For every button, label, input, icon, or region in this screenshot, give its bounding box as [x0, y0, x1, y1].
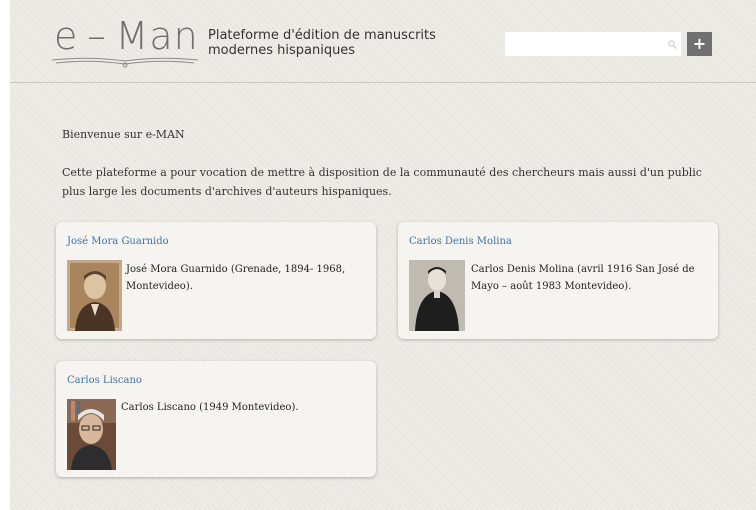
author-description: Carlos Denis Molina (avril 1916 San José… — [471, 264, 695, 292]
portrait-image — [67, 260, 122, 331]
add-button[interactable]: + — [687, 32, 712, 56]
site-header: e – Man Plateforme d'édition de manuscri… — [10, 0, 756, 83]
intro-text: Cette plateforme a pour vocation de mett… — [62, 166, 702, 198]
search-icon — [668, 39, 677, 49]
book-ornament-icon — [51, 57, 199, 68]
author-portrait[interactable] — [67, 260, 122, 331]
page: e – Man Plateforme d'édition de manuscri… — [10, 0, 756, 510]
portrait-image — [409, 260, 465, 331]
portrait-image — [67, 399, 116, 470]
logo-text: e – Man — [54, 14, 199, 58]
author-portrait[interactable] — [67, 399, 116, 470]
site-logo[interactable]: e – Man — [50, 14, 200, 68]
author-description: José Mora Guarnido (Grenade, 1894- 1968,… — [126, 264, 346, 292]
author-description: Carlos Liscano (1949 Montevideo). — [121, 402, 299, 413]
search-input[interactable] — [505, 32, 681, 56]
site-title: Plateforme d'édition de manuscrits moder… — [208, 28, 436, 58]
author-link[interactable]: Carlos Liscano — [67, 375, 142, 386]
author-link[interactable]: José Mora Guarnido — [67, 236, 169, 247]
search-button[interactable] — [664, 32, 681, 56]
author-portrait[interactable] — [409, 260, 465, 331]
welcome-heading: Bienvenue sur e-MAN — [62, 128, 185, 141]
author-card: Carlos Liscano Carlos Liscano (1949 Mont… — [56, 361, 376, 477]
author-card: Carlos Denis Molina Carlos Denis Molina … — [398, 222, 718, 339]
author-card: José Mora Guarnido José Mora Guarnido (G… — [56, 222, 376, 339]
author-link[interactable]: Carlos Denis Molina — [409, 236, 512, 247]
